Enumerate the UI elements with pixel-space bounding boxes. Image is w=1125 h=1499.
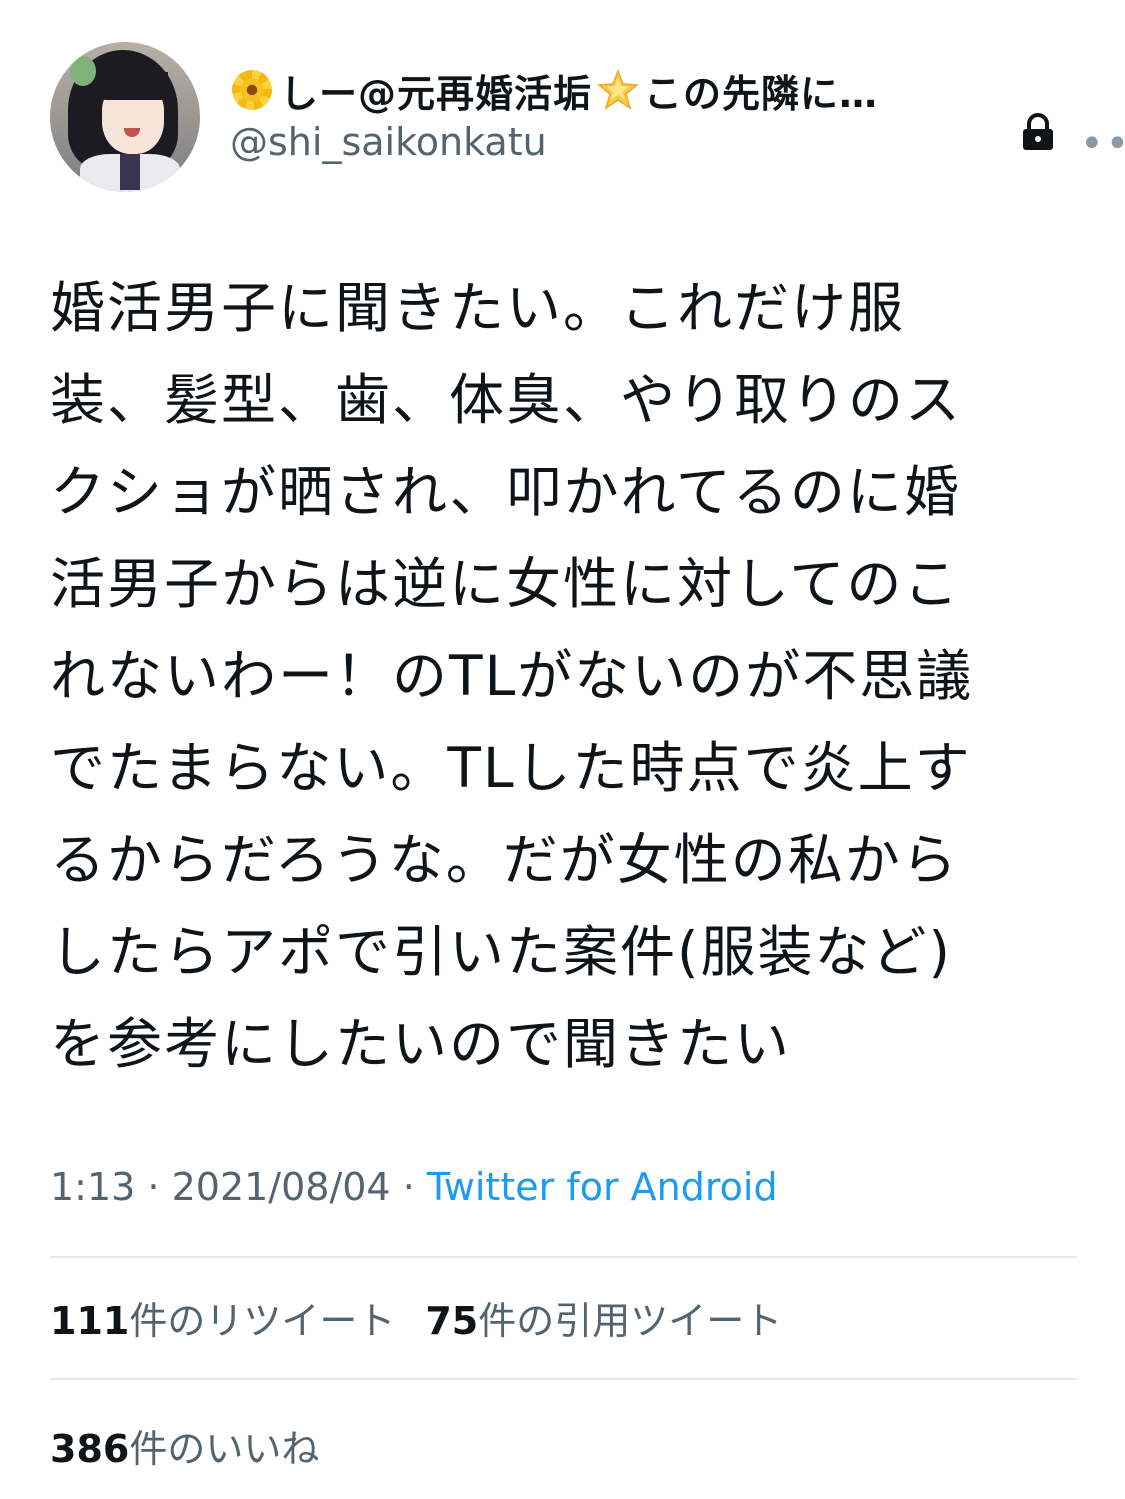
flower-icon (230, 68, 274, 112)
lock-icon (1023, 113, 1053, 150)
user-handle[interactable]: @shi_saikonkatu (230, 120, 547, 164)
tweet-text: 婚活男子に聞きたい。これだけ服 装、髪型、歯、体臭、やり取りのス クショが晒され… (50, 276, 974, 1076)
tweet-time[interactable]: 1:13 (50, 1165, 135, 1209)
meta-separator: · (135, 1165, 172, 1209)
tweet-meta: 1:13 · 2021/08/04 · Twitter for Android (50, 1165, 778, 1209)
divider (50, 1256, 1077, 1258)
quotes-count: 75 (425, 1299, 479, 1343)
avatar[interactable] (50, 42, 200, 192)
avatar-bangs (98, 72, 168, 100)
avatar-collar (120, 154, 140, 190)
tweet-date[interactable]: 2021/08/04 (172, 1165, 391, 1209)
retweet-stats-row: 111件のリツイート 75件の引用ツイート (50, 1290, 782, 1345)
tweet-header: しー@元再婚活垢 この先隣に… ••• @shi_saikonkatu (50, 42, 1125, 192)
likes-count: 386 (50, 1427, 130, 1471)
retweets-stat[interactable]: 111件のリツイート (50, 1299, 395, 1343)
avatar-hair-clip (70, 56, 96, 86)
likes-stat[interactable]: 386件のいいね (50, 1418, 319, 1473)
quotes-label: 件の引用ツイート (478, 1299, 783, 1343)
display-name: しー@元再婚活垢 (280, 71, 593, 116)
retweets-label: 件のリツイート (129, 1299, 396, 1343)
meta-separator: · (390, 1165, 427, 1209)
tweet-source-link[interactable]: Twitter for Android (427, 1165, 778, 1209)
display-name-row[interactable]: しー@元再婚活垢 この先隣に… (230, 64, 878, 116)
star-icon (597, 68, 639, 110)
tweet-detail: しー@元再婚活垢 この先隣に… ••• @shi_saikonkatu 婚活男子… (0, 0, 1125, 1499)
divider (50, 1378, 1077, 1380)
more-options-icon[interactable]: ••• (1080, 124, 1125, 164)
retweets-count: 111 (50, 1299, 130, 1343)
likes-label: 件のいいね (129, 1427, 320, 1471)
quotes-stat[interactable]: 75件の引用ツイート (425, 1299, 782, 1343)
display-name-suffix: この先隣に… (644, 71, 879, 116)
